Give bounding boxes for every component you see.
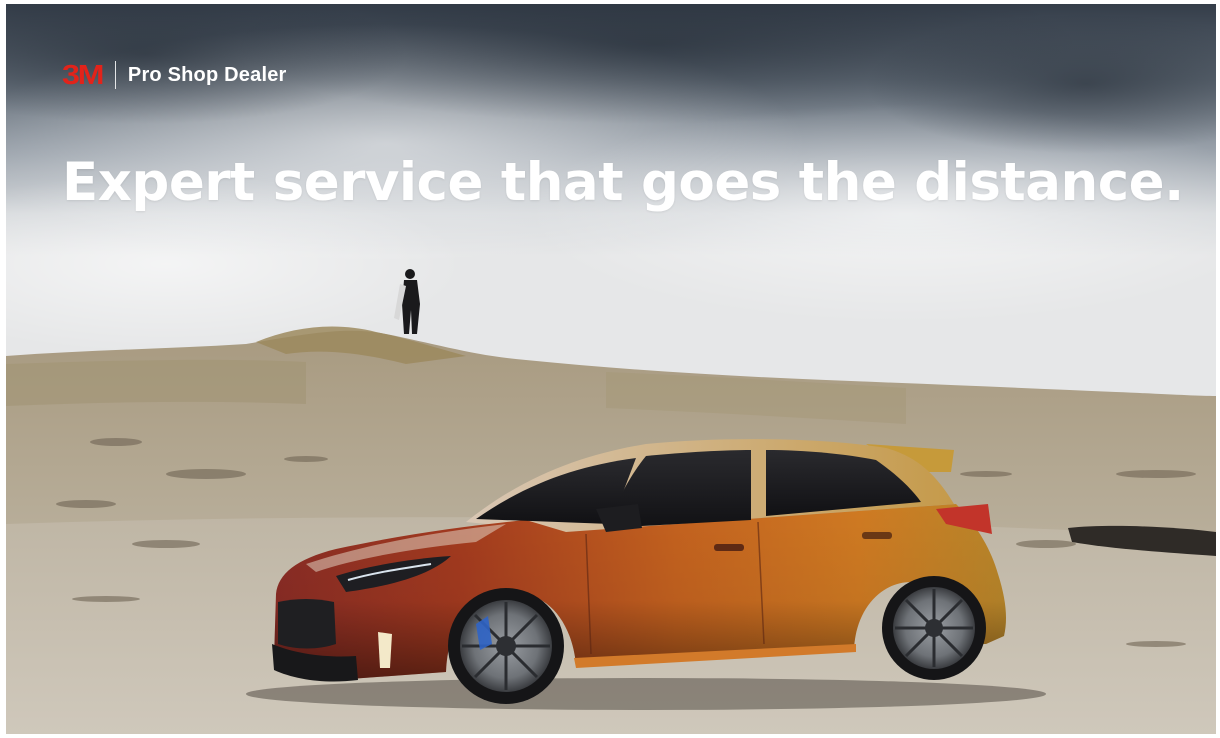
rear-wheel <box>882 576 986 680</box>
brand-divider <box>114 61 116 89</box>
3m-logo: 3M <box>62 59 104 90</box>
beach-scene-illustration <box>6 4 1216 734</box>
hero-banner: 3M Pro Shop Dealer Expert service that g… <box>6 4 1216 734</box>
hero-headline: Expert service that goes the distance. <box>62 152 1184 213</box>
front-wheel <box>448 588 564 704</box>
brand-lockup[interactable]: 3M Pro Shop Dealer <box>62 60 287 90</box>
brand-tagline: Pro Shop Dealer <box>127 63 287 86</box>
